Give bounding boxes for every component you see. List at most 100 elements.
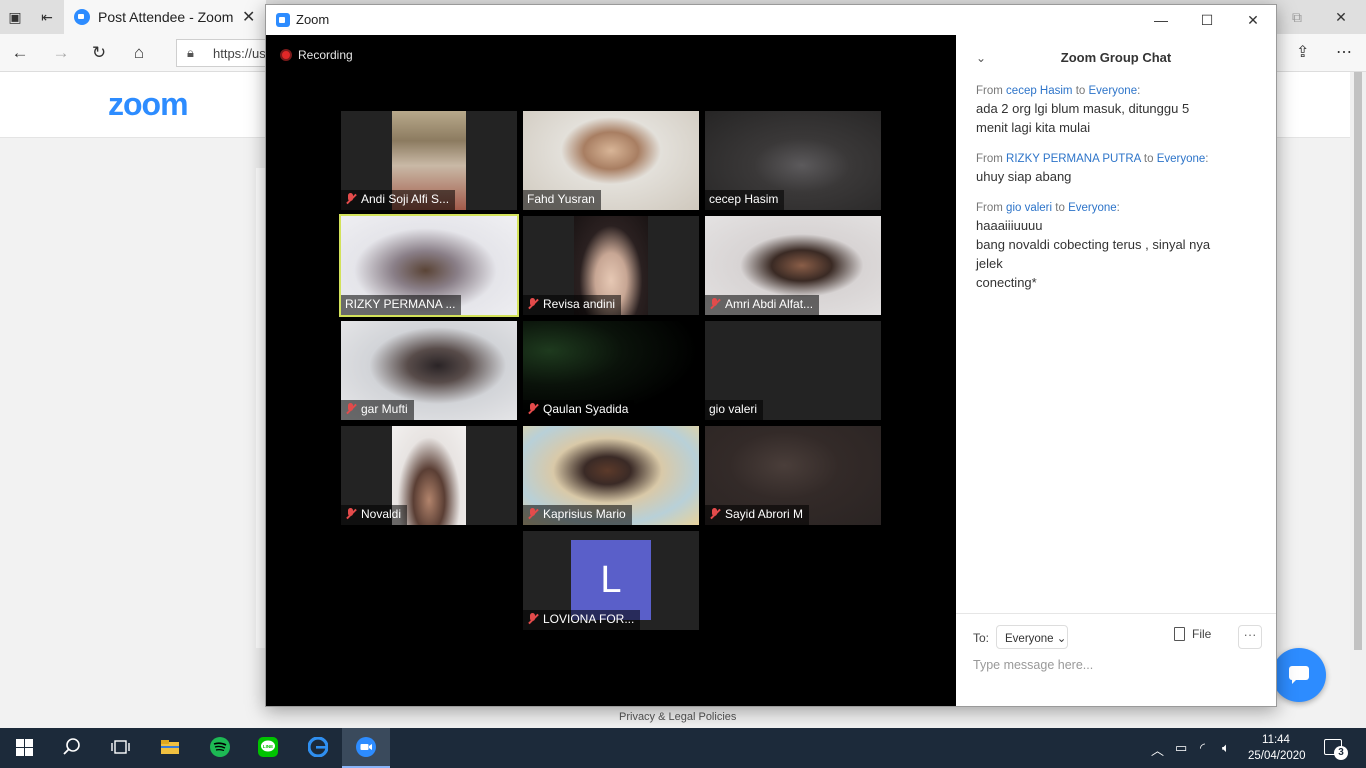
clock-time: 11:44 (1262, 734, 1290, 746)
participant-name: RIZKY PERMANA ... (345, 297, 456, 311)
to-word: to (1055, 202, 1065, 214)
lock-icon: 🔒︎ (187, 45, 194, 60)
chat-message: From gio valeri to Everyone: haaaiiiuuuu… (976, 200, 1256, 292)
share-icon[interactable]: ⇪ (1296, 42, 1309, 62)
video-tile[interactable]: Kaprisius Mario (523, 426, 699, 525)
wifi-icon[interactable]: ◜ (1200, 740, 1205, 756)
spotify-icon (210, 737, 230, 757)
close-icon[interactable]: ✕ (1230, 5, 1276, 35)
start-button[interactable] (0, 728, 48, 768)
sender-name[interactable]: cecep Hasim (1006, 85, 1072, 97)
participant-name: Fahd Yusran (527, 192, 595, 206)
battery-icon[interactable]: ▭ (1175, 740, 1187, 756)
video-tile[interactable]: Fahd Yusran (523, 111, 699, 210)
show-hidden-icons-icon[interactable]: ︿ (1151, 740, 1164, 759)
minimize-icon[interactable]: — (1138, 5, 1184, 35)
video-tile[interactable]: gio valeri (705, 321, 881, 420)
participant-name-tag: Kaprisius Mario (523, 505, 632, 525)
sender-name[interactable]: RIZKY PERMANA PUTRA (1006, 153, 1141, 165)
volume-icon[interactable]: 🔈︎ (1222, 740, 1230, 756)
participant-name: Qaulan Syadida (543, 402, 629, 416)
address-bar[interactable]: 🔒︎ https://us (176, 39, 276, 67)
scrollbar-thumb[interactable] (1354, 72, 1362, 650)
refresh-icon[interactable]: ↻ (88, 42, 110, 64)
video-tile[interactable]: Andi Soji Alfi S... (341, 111, 517, 210)
page-scrollbar[interactable] (1350, 72, 1366, 728)
participant-name: gio valeri (709, 402, 758, 416)
message-text: haaaiiiuuuu (976, 218, 1043, 233)
search-icon (63, 738, 80, 755)
file-explorer-button[interactable] (146, 728, 194, 768)
from-label: From (976, 153, 1003, 165)
maximize-icon[interactable]: ☐ (1184, 5, 1230, 35)
restore-icon[interactable]: ⧉ (1288, 8, 1306, 26)
from-label: From (976, 85, 1003, 97)
file-button[interactable]: File (1174, 627, 1211, 641)
video-tile[interactable]: Revisa andini (523, 216, 699, 315)
edge-icon (308, 737, 328, 757)
more-options-button[interactable]: ··· (1238, 625, 1262, 649)
zoom-meeting-window: Zoom — ☐ ✕ Recording Andi Soji Alfi S...… (265, 4, 1277, 707)
folder-icon (161, 740, 179, 754)
back-arrow-icon[interactable]: ← (9, 42, 31, 64)
sender-name[interactable]: gio valeri (1006, 202, 1052, 214)
participant-name-tag: Sayid Abrori M (705, 505, 810, 525)
message-text: conecting* (976, 275, 1037, 290)
video-tile[interactable]: Novaldi (341, 426, 517, 525)
muted-mic-icon (527, 403, 539, 415)
line-button[interactable]: LINE (244, 728, 292, 768)
recipient-name[interactable]: Everyone (1068, 202, 1117, 214)
video-tile[interactable]: Amri Abdi Alfat... (705, 216, 881, 315)
recipient-dropdown[interactable]: Everyone ⌄ (996, 625, 1068, 649)
participant-name-tag: LOVIONA FOR... (523, 610, 641, 630)
message-text: jelek (976, 256, 1003, 271)
recording-indicator[interactable]: Recording (280, 48, 353, 62)
tab-actions-icon[interactable]: ▣ (6, 8, 24, 26)
to-word: to (1075, 85, 1086, 97)
video-tile-active-speaker[interactable]: RIZKY PERMANA ... (339, 214, 519, 317)
more-options-icon[interactable]: ⋯ (1336, 42, 1352, 62)
zoom-logo[interactable]: zoom (108, 86, 189, 123)
svg-text:LINE: LINE (263, 744, 273, 749)
video-tile[interactable]: Qaulan Syadida (523, 321, 699, 420)
zoom-taskbar-button[interactable] (342, 728, 390, 768)
recording-label: Recording (298, 48, 353, 62)
windows-logo-icon (16, 739, 33, 756)
video-tile[interactable]: Sayid Abrori M (705, 426, 881, 525)
windows-taskbar: LINE ︿ ▭ ◜ 🔈︎ 11:44 25/04/2020 3 (0, 728, 1366, 768)
chevron-down-icon[interactable]: ⌄ (976, 51, 986, 65)
from-label: From (976, 202, 1003, 214)
line-icon: LINE (258, 737, 278, 757)
recipient-name[interactable]: Everyone (1089, 85, 1138, 97)
muted-mic-icon (345, 403, 357, 415)
forward-arrow-icon[interactable]: → (50, 42, 72, 64)
video-tile[interactable]: L LOVIONA FOR... (523, 531, 699, 630)
participant-name-tag: Andi Soji Alfi S... (341, 190, 456, 210)
to-label: To: (973, 631, 990, 645)
url-text: https://us (213, 46, 266, 61)
muted-mic-icon (527, 613, 539, 625)
home-icon[interactable]: ⌂ (128, 42, 150, 64)
message-text: bang novaldi cobecting terus , sinyal ny… (976, 237, 1211, 252)
message-text: uhuy siap abang (976, 169, 1072, 184)
browser-close-icon[interactable]: ✕ (1332, 8, 1350, 26)
participant-name-tag: Amri Abdi Alfat... (705, 295, 820, 315)
video-tile[interactable]: cecep Hasim (705, 111, 881, 210)
recipient-name[interactable]: Everyone (1157, 153, 1206, 165)
participant-name: Amri Abdi Alfat... (725, 297, 814, 311)
chat-support-button[interactable] (1272, 648, 1326, 702)
task-view-button[interactable] (96, 728, 144, 768)
search-button[interactable] (48, 728, 96, 768)
privacy-link[interactable]: Privacy & Legal Policies (619, 711, 736, 723)
tab-post-attendee[interactable]: Post Attendee - Zoom ✕ (64, 0, 266, 34)
message-header: From cecep Hasim to Everyone: (976, 85, 1141, 97)
participant-name-tag: Novaldi (341, 505, 408, 525)
edge-button[interactable] (294, 728, 342, 768)
muted-mic-icon (345, 193, 357, 205)
tab-close-icon[interactable]: ✕ (242, 7, 255, 27)
set-aside-tabs-icon[interactable]: ⇤ (38, 8, 56, 26)
spotify-button[interactable] (196, 728, 244, 768)
system-clock[interactable]: 11:44 25/04/2020 (1248, 732, 1306, 764)
video-tile[interactable]: gar Mufti (341, 321, 517, 420)
message-input[interactable]: Type message here... (973, 658, 1263, 680)
